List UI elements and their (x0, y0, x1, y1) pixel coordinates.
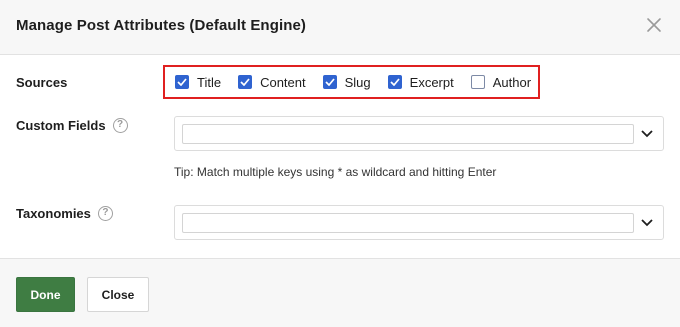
taxonomies-label-row: Taxonomies? (16, 206, 113, 222)
sources-options: Title Content Slug Excerpt Author (163, 65, 540, 99)
source-option-content[interactable]: Content (238, 75, 306, 90)
custom-fields-label: Custom Fields (16, 118, 106, 133)
checkmark-icon (240, 78, 250, 86)
source-label-content: Content (260, 74, 306, 90)
close-icon[interactable] (646, 17, 662, 33)
source-option-slug[interactable]: Slug (322, 74, 371, 90)
custom-fields-label-row: Custom Fields? (16, 118, 128, 134)
chevron-down-icon[interactable] (641, 218, 653, 227)
manage-post-attributes-dialog: Manage Post Attributes (Default Engine) … (0, 0, 680, 327)
checkmark-icon (390, 78, 400, 86)
taxonomies-label: Taxonomies (16, 206, 91, 221)
custom-fields-input[interactable] (182, 124, 634, 144)
checkmark-icon (325, 78, 335, 86)
help-icon[interactable]: ? (112, 118, 128, 134)
dialog-body: Sources Title Content Slug Excerpt Autho… (0, 55, 680, 258)
sources-label: Sources (16, 75, 68, 90)
checkbox-content[interactable] (238, 75, 253, 89)
taxonomies-input[interactable] (182, 213, 634, 233)
dialog-header: Manage Post Attributes (Default Engine) (0, 0, 680, 55)
chevron-down-icon[interactable] (641, 129, 653, 138)
source-label-slug: Slug (344, 74, 371, 90)
checkbox-title[interactable] (175, 75, 189, 89)
checkbox-author[interactable] (470, 75, 485, 89)
checkbox-slug[interactable] (322, 75, 337, 89)
done-button[interactable]: Done (16, 277, 75, 312)
source-option-title[interactable]: Title (175, 75, 221, 90)
dialog-footer: Done Close (0, 258, 680, 327)
source-label-excerpt: Excerpt (409, 74, 454, 90)
custom-fields-tip: Tip: Match multiple keys using * as wild… (174, 165, 497, 179)
checkmark-icon (177, 78, 187, 86)
custom-fields-select (174, 116, 664, 151)
close-button[interactable]: Close (87, 277, 149, 312)
help-icon[interactable]: ? (97, 206, 113, 222)
source-label-author: Author (492, 74, 532, 90)
dialog-title: Manage Post Attributes (Default Engine) (16, 17, 307, 34)
checkbox-excerpt[interactable] (387, 75, 402, 89)
source-label-title: Title (197, 74, 222, 90)
source-option-excerpt[interactable]: Excerpt (387, 74, 454, 90)
taxonomies-select (174, 205, 664, 240)
source-option-author[interactable]: Author (470, 74, 532, 90)
